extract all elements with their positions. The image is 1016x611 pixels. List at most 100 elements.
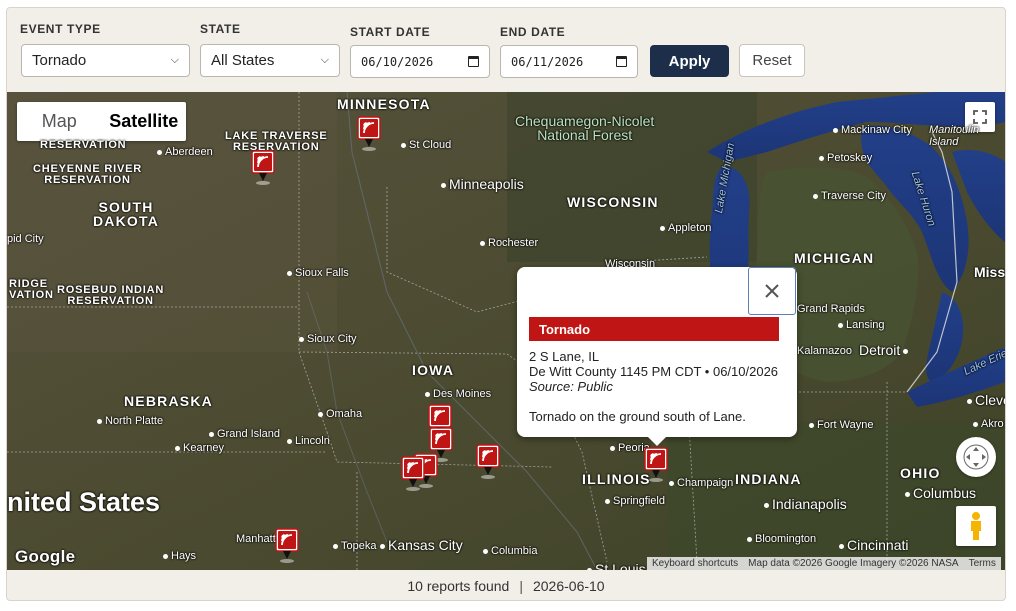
label-north-platte: North Platte xyxy=(97,415,163,427)
label-sioux-city: Sioux City xyxy=(299,333,357,345)
label-cheyenne-river: CHEYENNE RIVER RESERVATION xyxy=(33,163,142,186)
label-reservation-top: RESERVATION xyxy=(40,139,127,151)
status-bar: 10 reports found | 2026-06-10 xyxy=(7,570,1005,600)
event-type-value: Tornado xyxy=(32,52,87,69)
tornado-marker[interactable] xyxy=(476,444,500,480)
label-grand-island: Grand Island xyxy=(209,428,280,440)
end-date-value: 06/11/2026 xyxy=(511,54,584,69)
close-icon xyxy=(765,284,779,298)
report-location: 2 S Lane, IL xyxy=(529,349,600,364)
label-south-dakota: SOUTH DAKOTA xyxy=(93,199,160,229)
keyboard-shortcuts-link[interactable]: Keyboard shortcuts xyxy=(647,558,743,569)
label-columbia: Columbia xyxy=(483,545,537,557)
label-nebraska: NEBRASKA xyxy=(124,393,213,409)
chevron-down-icon: ⌵ xyxy=(320,54,329,66)
label-minnesota: MINNESOTA xyxy=(337,96,431,112)
status-separator: | xyxy=(519,578,523,594)
label-omaha: Omaha xyxy=(318,408,362,420)
label-hays: Hays xyxy=(163,550,196,562)
map-view[interactable]: Map Satellite MINNESOTA WISCONSIN MICHIG… xyxy=(7,92,1005,570)
label-cincinnati: Cincinnati xyxy=(839,537,908,553)
report-description: Tornado on the ground south of Lane. xyxy=(529,409,746,424)
label-akro: Akro xyxy=(973,418,1004,430)
label-kalamazoo: Kalamazoo xyxy=(797,345,853,357)
label-kearney: Kearney xyxy=(175,442,224,454)
apply-button[interactable]: Apply xyxy=(650,45,729,77)
label-champaign: Champaign xyxy=(669,477,733,489)
state-group: STATE xyxy=(200,22,241,38)
calendar-icon[interactable] xyxy=(616,56,627,67)
street-view-pegman[interactable] xyxy=(956,506,996,546)
end-date-input[interactable]: 06/11/2026 xyxy=(500,45,638,78)
label-cleve: Cleve xyxy=(967,392,1005,408)
label-iowa: IOWA xyxy=(412,362,455,378)
map-type-satellite-button[interactable]: Satellite xyxy=(102,102,187,141)
event-type-group: EVENT TYPE xyxy=(20,22,101,38)
tornado-icon xyxy=(357,116,381,151)
pegman-icon xyxy=(971,512,981,540)
label-topeka: Topeka xyxy=(333,540,376,552)
label-michigan: MICHIGAN xyxy=(794,250,875,266)
close-button[interactable] xyxy=(748,267,796,315)
report-details: De Witt County 1145 PM CDT • 06/10/2026 xyxy=(529,364,779,379)
label-detroit: Detroit xyxy=(859,342,911,358)
tornado-marker[interactable] xyxy=(644,447,668,483)
google-logo[interactable]: Google xyxy=(15,547,75,567)
filter-bar: EVENT TYPE Tornado ⌵ STATE All States ⌵ … xyxy=(7,8,1005,92)
status-date: 2026-06-10 xyxy=(532,578,605,594)
tornado-icon xyxy=(401,456,425,491)
start-date-value: 06/10/2026 xyxy=(361,54,434,69)
tornado-marker[interactable] xyxy=(251,150,275,186)
label-columbus: Columbus xyxy=(905,485,976,501)
tornado-marker[interactable] xyxy=(275,528,299,564)
terms-link[interactable]: Terms xyxy=(964,558,1001,569)
label-minneapolis: Minneapolis xyxy=(441,176,524,192)
move-arrows-icon xyxy=(963,444,989,470)
tornado-icon xyxy=(476,444,500,479)
event-type-banner: Tornado xyxy=(529,317,779,341)
label-ridge: RIDGE VATION xyxy=(9,278,54,301)
label-kansas-city: Kansas City xyxy=(380,537,463,553)
label-mackinaw: Mackinaw City xyxy=(833,124,912,136)
map-data-text: Map data ©2026 Google Imagery ©2026 NASA xyxy=(748,558,959,569)
start-date-group: START DATE xyxy=(350,25,430,41)
label-ohio: OHIO xyxy=(900,465,941,481)
camera-control-button[interactable] xyxy=(956,437,996,477)
info-window: Tornado 2 S Lane, IL De Witt County 1145… xyxy=(517,267,797,446)
label-wisconsin: WISCONSIN xyxy=(567,194,659,210)
label-rosebud: ROSEBUD INDIAN RESERVATION xyxy=(57,284,165,307)
label-fort-wayne: Fort Wayne xyxy=(809,419,873,431)
label-aberdeen: Aberdeen xyxy=(157,146,213,158)
tornado-icon xyxy=(275,528,299,563)
label-appleton: Appleton xyxy=(660,222,711,234)
end-date-label: END DATE xyxy=(500,25,566,39)
label-des-moines: Des Moines xyxy=(425,388,491,400)
label-united-states: nited States xyxy=(7,487,161,517)
start-date-label: START DATE xyxy=(350,25,431,39)
label-manhattan: Manhatt xyxy=(236,533,276,545)
map-type-map-button[interactable]: Map xyxy=(17,102,102,141)
report-source: Source: Public xyxy=(529,379,613,394)
tornado-marker[interactable] xyxy=(401,456,425,492)
reset-button[interactable]: Reset xyxy=(739,44,805,77)
map-type-control: Map Satellite xyxy=(17,102,186,141)
label-st-cloud: St Cloud xyxy=(401,139,451,151)
event-type-label: EVENT TYPE xyxy=(20,22,101,36)
label-pid-city: pid City xyxy=(7,233,44,245)
label-indiana: INDIANA xyxy=(735,471,802,487)
label-lincoln: Lincoln xyxy=(287,435,330,447)
label-springfield: Springfield xyxy=(605,495,665,507)
label-indianapolis: Indianapolis xyxy=(764,496,847,512)
label-lake-traverse: LAKE TRAVERSE RESERVATION xyxy=(225,130,328,153)
chevron-down-icon: ⌵ xyxy=(170,54,179,66)
event-type-select[interactable]: Tornado ⌵ xyxy=(21,44,190,77)
end-date-group: END DATE xyxy=(500,25,565,41)
state-label: STATE xyxy=(200,22,241,36)
calendar-icon[interactable] xyxy=(468,56,479,67)
tornado-marker[interactable] xyxy=(357,116,381,152)
state-select[interactable]: All States ⌵ xyxy=(200,44,340,77)
label-st-louis: St Louis xyxy=(587,561,646,570)
start-date-input[interactable]: 06/10/2026 xyxy=(350,45,490,78)
label-miss: Miss xyxy=(974,264,1005,280)
label-bloomington: Bloomington xyxy=(747,533,816,545)
